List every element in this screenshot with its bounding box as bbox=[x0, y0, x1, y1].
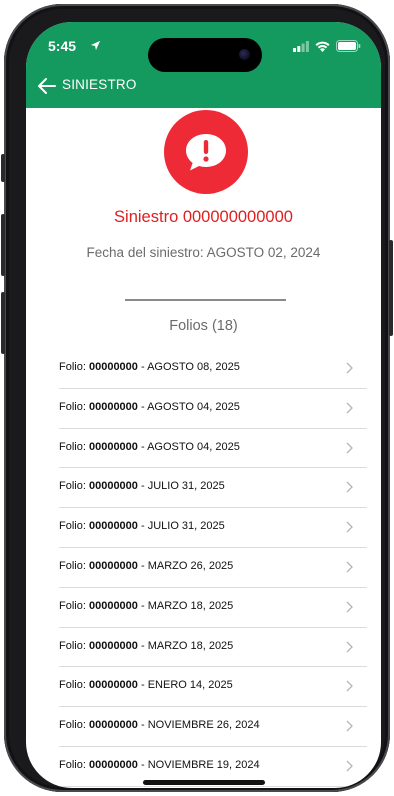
page-title: SINIESTRO bbox=[62, 77, 137, 92]
navbar: SINIESTRO bbox=[26, 70, 381, 102]
screen: 5:45 SINIESTRO Siniestro 000000000000 Fe… bbox=[26, 22, 381, 788]
folio-prefix: Folio: bbox=[59, 719, 86, 732]
folio-row-label: Folio: 00000000 - JULIO 31, 2025 bbox=[59, 520, 225, 532]
signal-icon bbox=[293, 40, 309, 52]
folio-date: - MARZO 18, 2025 bbox=[140, 599, 234, 612]
folio-row-label: Folio: 00000000 - MARZO 18, 2025 bbox=[59, 600, 233, 612]
folio-prefix: Folio: bbox=[59, 679, 86, 692]
folio-prefix: Folio: bbox=[59, 480, 86, 493]
folio-prefix: Folio: bbox=[59, 639, 86, 652]
chevron-right-icon bbox=[346, 402, 353, 414]
section-divider bbox=[125, 299, 286, 301]
folio-prefix: Folio: bbox=[59, 520, 86, 533]
folio-row-label: Folio: 00000000 - JULIO 31, 2025 bbox=[59, 480, 225, 492]
folio-row[interactable]: Folio: 00000000 - MARZO 18, 2025 bbox=[59, 588, 367, 628]
folio-list: Folio: 00000000 - AGOSTO 08, 2025 Folio: … bbox=[59, 349, 367, 787]
folio-number: 00000000 bbox=[88, 520, 138, 533]
folio-row-label: Folio: 00000000 - ENERO 14, 2025 bbox=[59, 679, 233, 691]
chevron-right-icon bbox=[346, 442, 353, 454]
volume-up-button bbox=[1, 214, 5, 276]
folio-date: - NOVIEMBRE 19, 2024 bbox=[140, 758, 260, 771]
folio-number: 00000000 bbox=[88, 758, 138, 771]
camera-icon bbox=[239, 49, 250, 60]
alert-badge bbox=[164, 110, 248, 194]
folio-row[interactable]: Folio: 00000000 - MARZO 18, 2025 bbox=[59, 628, 367, 668]
folio-number: 00000000 bbox=[88, 559, 138, 572]
chevron-right-icon bbox=[346, 720, 353, 732]
folio-date: - AGOSTO 04, 2025 bbox=[140, 440, 240, 453]
folio-prefix: Folio: bbox=[59, 400, 86, 413]
folio-prefix: Folio: bbox=[59, 361, 86, 373]
volume-down-button bbox=[1, 292, 5, 354]
alert-chat-bubble-icon bbox=[186, 134, 226, 171]
folio-row-label: Folio: 00000000 - NOVIEMBRE 19, 2024 bbox=[59, 759, 260, 771]
folio-row[interactable]: Folio: 00000000 - AGOSTO 04, 2025 bbox=[59, 389, 367, 429]
folio-row-label: Folio: 00000000 - AGOSTO 08, 2025 bbox=[59, 361, 240, 373]
folio-prefix: Folio: bbox=[59, 599, 86, 612]
folio-row[interactable]: Folio: 00000000 - JULIO 31, 2025 bbox=[59, 468, 367, 509]
folio-row[interactable]: Folio: 00000000 - ENERO 14, 2025 bbox=[59, 667, 367, 708]
chevron-right-icon bbox=[346, 521, 353, 533]
folio-date: - AGOSTO 08, 2025 bbox=[140, 361, 240, 373]
chevron-right-icon bbox=[346, 481, 353, 493]
folio-row-label: Folio: 00000000 - MARZO 18, 2025 bbox=[59, 640, 233, 652]
folio-prefix: Folio: bbox=[59, 559, 86, 572]
folio-row-label: Folio: 00000000 - AGOSTO 04, 2025 bbox=[59, 441, 240, 453]
claim-title: Siniestro 000000000000 bbox=[114, 208, 293, 226]
folio-row[interactable]: Folio: 00000000 - MARZO 26, 2025 bbox=[59, 548, 367, 588]
location-arrow-icon bbox=[90, 40, 101, 51]
battery-icon bbox=[336, 40, 361, 52]
folio-number: 00000000 bbox=[88, 440, 138, 453]
folio-row[interactable]: Folio: 00000000 - NOVIEMBRE 26, 2024 bbox=[59, 707, 367, 747]
folio-number: 00000000 bbox=[88, 719, 138, 732]
folio-date: - JULIO 31, 2025 bbox=[140, 480, 225, 493]
folio-number: 00000000 bbox=[88, 639, 138, 652]
status-icons bbox=[293, 40, 361, 52]
chevron-right-icon bbox=[346, 760, 353, 772]
folio-row-label: Folio: 00000000 - AGOSTO 04, 2025 bbox=[59, 401, 240, 413]
folio-date: - AGOSTO 04, 2025 bbox=[140, 400, 240, 413]
folio-date: - JULIO 31, 2025 bbox=[140, 520, 225, 533]
folio-date: - NOVIEMBRE 26, 2024 bbox=[140, 719, 260, 732]
folio-row-label: Folio: 00000000 - NOVIEMBRE 26, 2024 bbox=[59, 719, 260, 731]
folio-date: - ENERO 14, 2025 bbox=[140, 679, 233, 692]
folio-number: 00000000 bbox=[88, 679, 138, 692]
chevron-right-icon bbox=[346, 641, 353, 653]
folio-date: - MARZO 18, 2025 bbox=[140, 639, 234, 652]
folios-count: Folios (18) bbox=[169, 318, 238, 334]
folio-row[interactable]: Folio: 00000000 - JULIO 31, 2025 bbox=[59, 508, 367, 548]
arrow-left-icon[interactable] bbox=[36, 76, 58, 96]
home-indicator[interactable] bbox=[143, 780, 265, 785]
chevron-right-icon bbox=[346, 601, 353, 613]
dynamic-island bbox=[148, 38, 262, 72]
folio-number: 00000000 bbox=[88, 599, 138, 612]
chevron-right-icon bbox=[346, 561, 353, 573]
folio-number: 00000000 bbox=[88, 400, 138, 413]
chevron-right-icon bbox=[346, 680, 353, 692]
power-button bbox=[389, 240, 393, 336]
folio-number: 00000000 bbox=[88, 480, 138, 493]
status-time: 5:45 bbox=[48, 38, 77, 54]
claim-date: Fecha del siniestro: AGOSTO 02, 2024 bbox=[86, 245, 321, 260]
phone-frame: 5:45 SINIESTRO Siniestro 000000000000 Fe… bbox=[1, 4, 393, 792]
mute-switch bbox=[1, 154, 5, 182]
wifi-icon bbox=[315, 41, 330, 52]
folio-date: - MARZO 26, 2025 bbox=[140, 559, 234, 572]
folio-row[interactable]: Folio: 00000000 - AGOSTO 04, 2025 bbox=[59, 429, 367, 469]
folio-row[interactable]: Folio: 00000000 - AGOSTO 08, 2025 bbox=[59, 349, 367, 389]
folio-row-label: Folio: 00000000 - MARZO 26, 2025 bbox=[59, 560, 233, 572]
folio-number: 00000000 bbox=[88, 361, 138, 373]
folio-prefix: Folio: bbox=[59, 440, 86, 453]
folio-prefix: Folio: bbox=[59, 758, 86, 771]
chevron-right-icon bbox=[346, 362, 353, 374]
